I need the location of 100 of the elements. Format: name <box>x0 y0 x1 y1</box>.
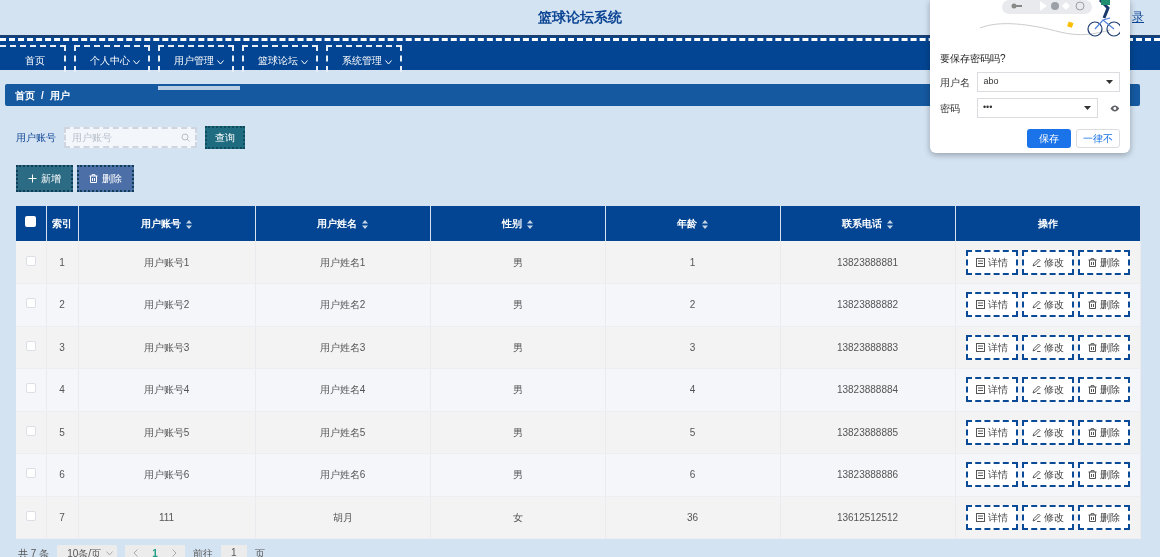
nav-item[interactable]: 个人中心 <box>74 45 150 72</box>
column-header[interactable]: 用户姓名 <box>317 218 357 229</box>
table-cell: 用户账号1 <box>143 256 190 268</box>
edit-button[interactable]: 修改 <box>1021 419 1074 445</box>
pencil-icon <box>1031 300 1041 310</box>
table-cell: 13612512512 <box>836 511 899 523</box>
detail-button[interactable]: 详情 <box>965 504 1018 530</box>
table-cell: 1 <box>689 256 696 268</box>
edit-button[interactable]: 修改 <box>1021 504 1074 530</box>
username-label: 用户名 <box>940 75 971 90</box>
username-select[interactable]: abo <box>977 72 1120 92</box>
pencil-icon <box>1031 427 1041 437</box>
row-checkbox[interactable] <box>25 510 36 521</box>
table-cell: 用户账号2 <box>143 299 190 311</box>
trash-icon <box>1087 300 1097 310</box>
document-icon <box>975 427 985 437</box>
table-cell: 男 <box>512 256 523 268</box>
detail-button[interactable]: 详情 <box>965 419 1018 445</box>
detail-button[interactable]: 详情 <box>965 377 1018 403</box>
table-cell: 3 <box>689 341 696 353</box>
never-button[interactable]: 一律不 <box>1076 129 1120 148</box>
detail-button[interactable]: 详情 <box>965 249 1018 275</box>
table-cell: 用户姓名4 <box>319 384 366 396</box>
table-cell: 5 <box>59 426 65 438</box>
password-select[interactable]: ••• <box>976 98 1099 118</box>
row-checkbox[interactable] <box>25 425 36 436</box>
table-cell: 用户姓名1 <box>319 256 366 268</box>
delete-button[interactable]: 删除 <box>1077 249 1130 275</box>
table-cell: 用户账号6 <box>143 469 190 481</box>
delete-button[interactable]: 删除 <box>1077 419 1130 445</box>
edit-button[interactable]: 修改 <box>1021 334 1074 360</box>
edit-button[interactable]: 修改 <box>1021 249 1074 275</box>
table-cell: 111 <box>158 511 175 523</box>
password-label: 密码 <box>940 101 961 116</box>
document-icon <box>975 300 985 310</box>
table-cell: 36 <box>686 511 699 523</box>
table-cell: 6 <box>59 469 65 481</box>
pencil-icon <box>1031 257 1041 267</box>
row-checkbox[interactable] <box>25 340 36 351</box>
table-cell: 13823888884 <box>836 384 899 396</box>
row-checkbox[interactable] <box>25 383 36 394</box>
trash-icon <box>1087 342 1097 352</box>
table-cell: 男 <box>512 299 523 311</box>
delete-button[interactable]: 删除 <box>1077 504 1130 530</box>
delete-button[interactable]: 删除 <box>1077 292 1130 318</box>
delete-button[interactable]: 删除 <box>1077 334 1130 360</box>
breadcrumb-separator: / <box>41 88 44 103</box>
row-checkbox[interactable] <box>25 298 36 309</box>
table-cell: 女 <box>512 511 523 523</box>
table-cell: 5 <box>689 426 696 438</box>
detail-button[interactable]: 详情 <box>965 334 1018 360</box>
document-icon <box>975 385 985 395</box>
delete-button[interactable]: 删除 <box>1077 377 1130 403</box>
trash-icon <box>1087 470 1097 480</box>
column-header: 索引 <box>52 218 72 229</box>
trash-icon <box>1087 257 1097 267</box>
nav-item[interactable]: 系统管理 <box>326 45 402 72</box>
column-header[interactable]: 性别 <box>502 218 522 229</box>
column-header[interactable]: 用户账号 <box>141 218 181 229</box>
add-button[interactable]: 新增 <box>16 165 73 192</box>
search-button[interactable]: 查询 <box>205 126 245 149</box>
search-label: 用户账号 <box>16 131 56 145</box>
table-cell: 男 <box>512 341 523 353</box>
table-cell: 用户姓名5 <box>319 426 366 438</box>
row-checkbox[interactable] <box>25 255 36 266</box>
table-cell: 1 <box>59 256 65 268</box>
pencil-icon <box>1031 470 1041 480</box>
table-cell: 男 <box>512 426 523 438</box>
detail-button[interactable]: 详情 <box>965 292 1018 318</box>
eye-icon[interactable] <box>1110 104 1120 112</box>
pencil-icon <box>1031 385 1041 395</box>
table-cell: 6 <box>689 469 696 481</box>
pencil-icon <box>1031 512 1041 522</box>
delete-button[interactable]: 删除 <box>77 165 134 192</box>
table-cell: 7 <box>59 511 65 523</box>
table-cell: 4 <box>59 384 65 396</box>
nav-item[interactable]: 篮球论坛 <box>242 45 318 72</box>
edit-button[interactable]: 修改 <box>1021 292 1074 318</box>
row-checkbox[interactable] <box>25 468 36 479</box>
delete-button[interactable]: 删除 <box>1077 462 1130 488</box>
goto-page-field[interactable]: 1 <box>220 545 247 557</box>
edit-button[interactable]: 修改 <box>1021 462 1074 488</box>
table-cell: 2 <box>689 299 696 311</box>
logout-link[interactable]: 录 <box>1132 8 1144 26</box>
nav-item[interactable]: 首页 <box>0 45 66 72</box>
breadcrumb-item[interactable]: 首页 <box>15 87 35 103</box>
save-button[interactable]: 保存 <box>1027 129 1071 148</box>
table-cell: 男 <box>512 384 523 396</box>
table-cell: 胡月 <box>332 511 353 523</box>
goto-label: 前往 <box>192 546 213 557</box>
popup-question: 要保存密码吗? <box>940 52 1007 66</box>
column-header[interactable]: 年龄 <box>677 218 697 229</box>
select-all-checkbox[interactable] <box>25 216 37 227</box>
caret-icon <box>106 550 114 556</box>
edit-button[interactable]: 修改 <box>1021 377 1074 403</box>
column-header[interactable]: 联系电话 <box>842 218 882 229</box>
table-cell: 4 <box>689 384 696 396</box>
document-icon <box>975 512 985 522</box>
detail-button[interactable]: 详情 <box>965 462 1018 488</box>
table-cell: 用户姓名6 <box>319 469 366 481</box>
